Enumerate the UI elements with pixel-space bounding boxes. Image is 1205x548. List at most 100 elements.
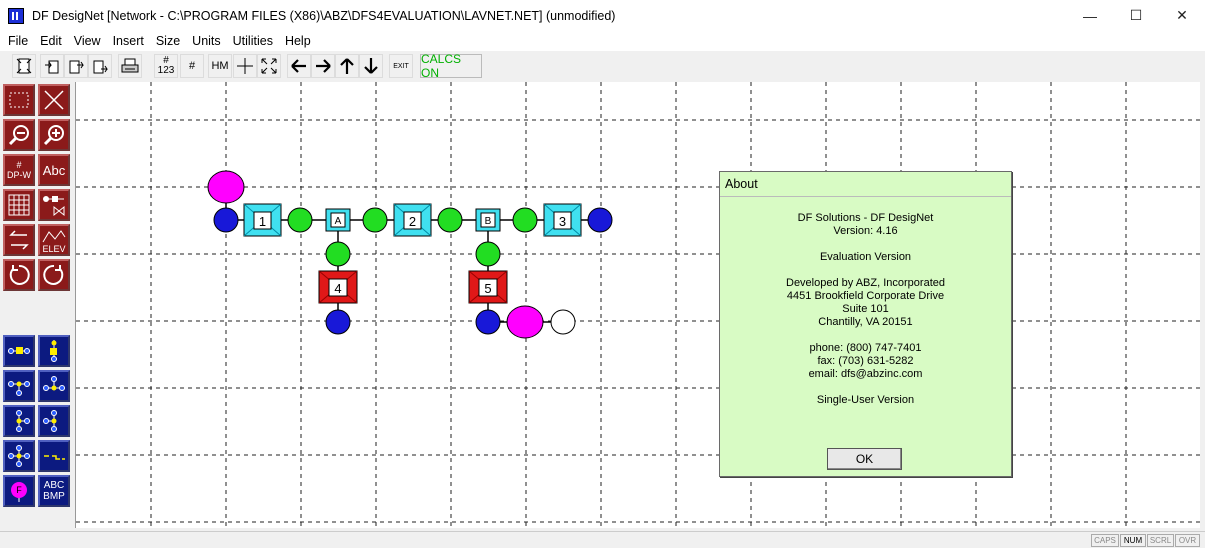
pipe-component-3[interactable]: 3 [543, 203, 582, 237]
window-title: DF DesigNet [Network - C:\PROGRAM FILES … [32, 8, 616, 23]
dp-w-tool[interactable]: # DP-W [3, 154, 35, 186]
ok-button[interactable]: OK [827, 448, 902, 470]
about-version: Version: 4.16 [833, 225, 898, 237]
crosshair-icon[interactable] [233, 54, 257, 78]
status-num: NUM [1120, 534, 1146, 547]
blue-node[interactable] [587, 207, 613, 233]
zoom-out-icon[interactable] [3, 119, 35, 151]
network-canvas[interactable]: 1 A 2 B 3 4 5 [75, 82, 1200, 528]
fan-node-icon[interactable]: F [3, 475, 35, 507]
menu-units[interactable]: Units [186, 34, 226, 48]
menu-edit[interactable]: Edit [34, 34, 68, 48]
network-diagram: 1 A 2 B 3 4 5 [76, 82, 1200, 528]
rotate-left-icon[interactable] [3, 259, 35, 291]
about-fax: fax: (703) 631-5282 [817, 355, 914, 367]
fan-node-bottom[interactable] [506, 305, 544, 339]
cross-node-icon[interactable] [3, 440, 35, 472]
dp-w-hash: # [16, 160, 22, 170]
vertical-node-icon[interactable] [38, 335, 70, 367]
status-ovr: OVR [1175, 534, 1200, 547]
blue-node[interactable] [325, 309, 351, 335]
node-label-4: 4 [334, 281, 341, 296]
exit-button[interactable]: EXIT [389, 54, 413, 78]
arrow-down-icon[interactable] [359, 54, 383, 78]
window-controls: — ☐ ✕ [1067, 0, 1205, 31]
green-node[interactable] [475, 241, 501, 267]
node-label-3: 3 [559, 214, 566, 229]
arrow-up-icon[interactable] [335, 54, 359, 78]
rotate-right-icon[interactable] [38, 259, 70, 291]
node-label-1: 1 [259, 214, 266, 229]
minimize-button[interactable]: — [1067, 0, 1113, 31]
menu-size[interactable]: Size [150, 34, 186, 48]
delete-tool-icon[interactable] [38, 84, 70, 116]
about-email: email: dfs@abzinc.com [808, 368, 923, 380]
number-nodes-button[interactable]: # 123 [154, 54, 178, 78]
menu-utilities[interactable]: Utilities [227, 34, 279, 48]
save-as-icon[interactable] [88, 54, 112, 78]
junction-b[interactable]: B [475, 208, 501, 232]
arrow-right-icon[interactable] [311, 54, 335, 78]
print-icon[interactable] [118, 54, 142, 78]
about-license: Single-User Version [816, 394, 915, 406]
junction-a[interactable]: A [325, 208, 351, 232]
dp-w-label: DP-W [7, 170, 31, 180]
tee-up-icon[interactable] [38, 370, 70, 402]
pipe-component-2[interactable]: 2 [393, 203, 432, 237]
valve-tool-icon[interactable] [38, 189, 70, 221]
close-button[interactable]: ✕ [1159, 0, 1205, 31]
menu-insert[interactable]: Insert [107, 34, 150, 48]
pipe-component-1[interactable]: 1 [243, 203, 282, 237]
status-scrl: SCRL [1147, 534, 1174, 547]
zoom-in-icon[interactable] [38, 119, 70, 151]
dashed-line-icon[interactable] [38, 440, 70, 472]
pipe-component-5[interactable]: 5 [468, 270, 508, 304]
tee-down-icon[interactable] [3, 370, 35, 402]
status-caps: CAPS [1091, 534, 1119, 547]
new-file-icon[interactable] [12, 54, 36, 78]
bitmap-tool[interactable]: ABC BMP [38, 475, 70, 507]
green-node[interactable] [362, 207, 388, 233]
green-node[interactable] [287, 207, 313, 233]
about-address-line2: Suite 101 [842, 303, 889, 315]
fan-node-top[interactable] [207, 170, 245, 204]
open-file-icon[interactable] [40, 54, 64, 78]
hm-button[interactable]: HM [208, 54, 232, 78]
select-tool-icon[interactable] [3, 84, 35, 116]
green-node[interactable] [512, 207, 538, 233]
inline-node-icon[interactable] [3, 335, 35, 367]
blue-node[interactable] [475, 309, 501, 335]
green-node[interactable] [437, 207, 463, 233]
node-label-5: 5 [484, 281, 491, 296]
grid-tool-icon[interactable] [3, 189, 35, 221]
text-tool[interactable]: Abc [38, 154, 70, 186]
tee-left-icon[interactable] [3, 405, 35, 437]
fit-window-icon[interactable] [257, 54, 281, 78]
menu-view[interactable]: View [68, 34, 107, 48]
about-dialog: About DF Solutions - DF DesigNet Version… [719, 171, 1012, 477]
about-city: Chantilly, VA 20151 [818, 316, 913, 328]
maximize-button[interactable]: ☐ [1113, 0, 1159, 31]
pipe-component-4[interactable]: 4 [318, 270, 358, 304]
green-node[interactable] [325, 241, 351, 267]
hash-button[interactable]: # [180, 54, 204, 78]
app-icon [8, 7, 24, 24]
save-file-icon[interactable] [64, 54, 88, 78]
title-bar: DF DesigNet [Network - C:\PROGRAM FILES … [0, 0, 1205, 31]
svg-text:F: F [16, 485, 22, 495]
arrow-left-icon[interactable] [287, 54, 311, 78]
menu-file[interactable]: File [2, 34, 34, 48]
reverse-flow-icon[interactable] [3, 224, 35, 256]
about-developer: Developed by ABZ, Incorporated [786, 277, 945, 289]
calcs-on-button[interactable]: CALCS ON [420, 52, 482, 80]
blue-node[interactable] [213, 207, 239, 233]
open-node[interactable] [550, 309, 576, 335]
number-nodes-bottom: 123 [157, 65, 175, 76]
bitmap-bmp: BMP [43, 491, 65, 502]
elevation-tool[interactable]: ELEV [38, 224, 70, 256]
menu-help[interactable]: Help [279, 34, 317, 48]
menu-bar: File Edit View Insert Size Units Utiliti… [0, 31, 1205, 51]
about-dialog-title: About [720, 172, 1011, 197]
node-label-2: 2 [409, 214, 416, 229]
tee-right-icon[interactable] [38, 405, 70, 437]
